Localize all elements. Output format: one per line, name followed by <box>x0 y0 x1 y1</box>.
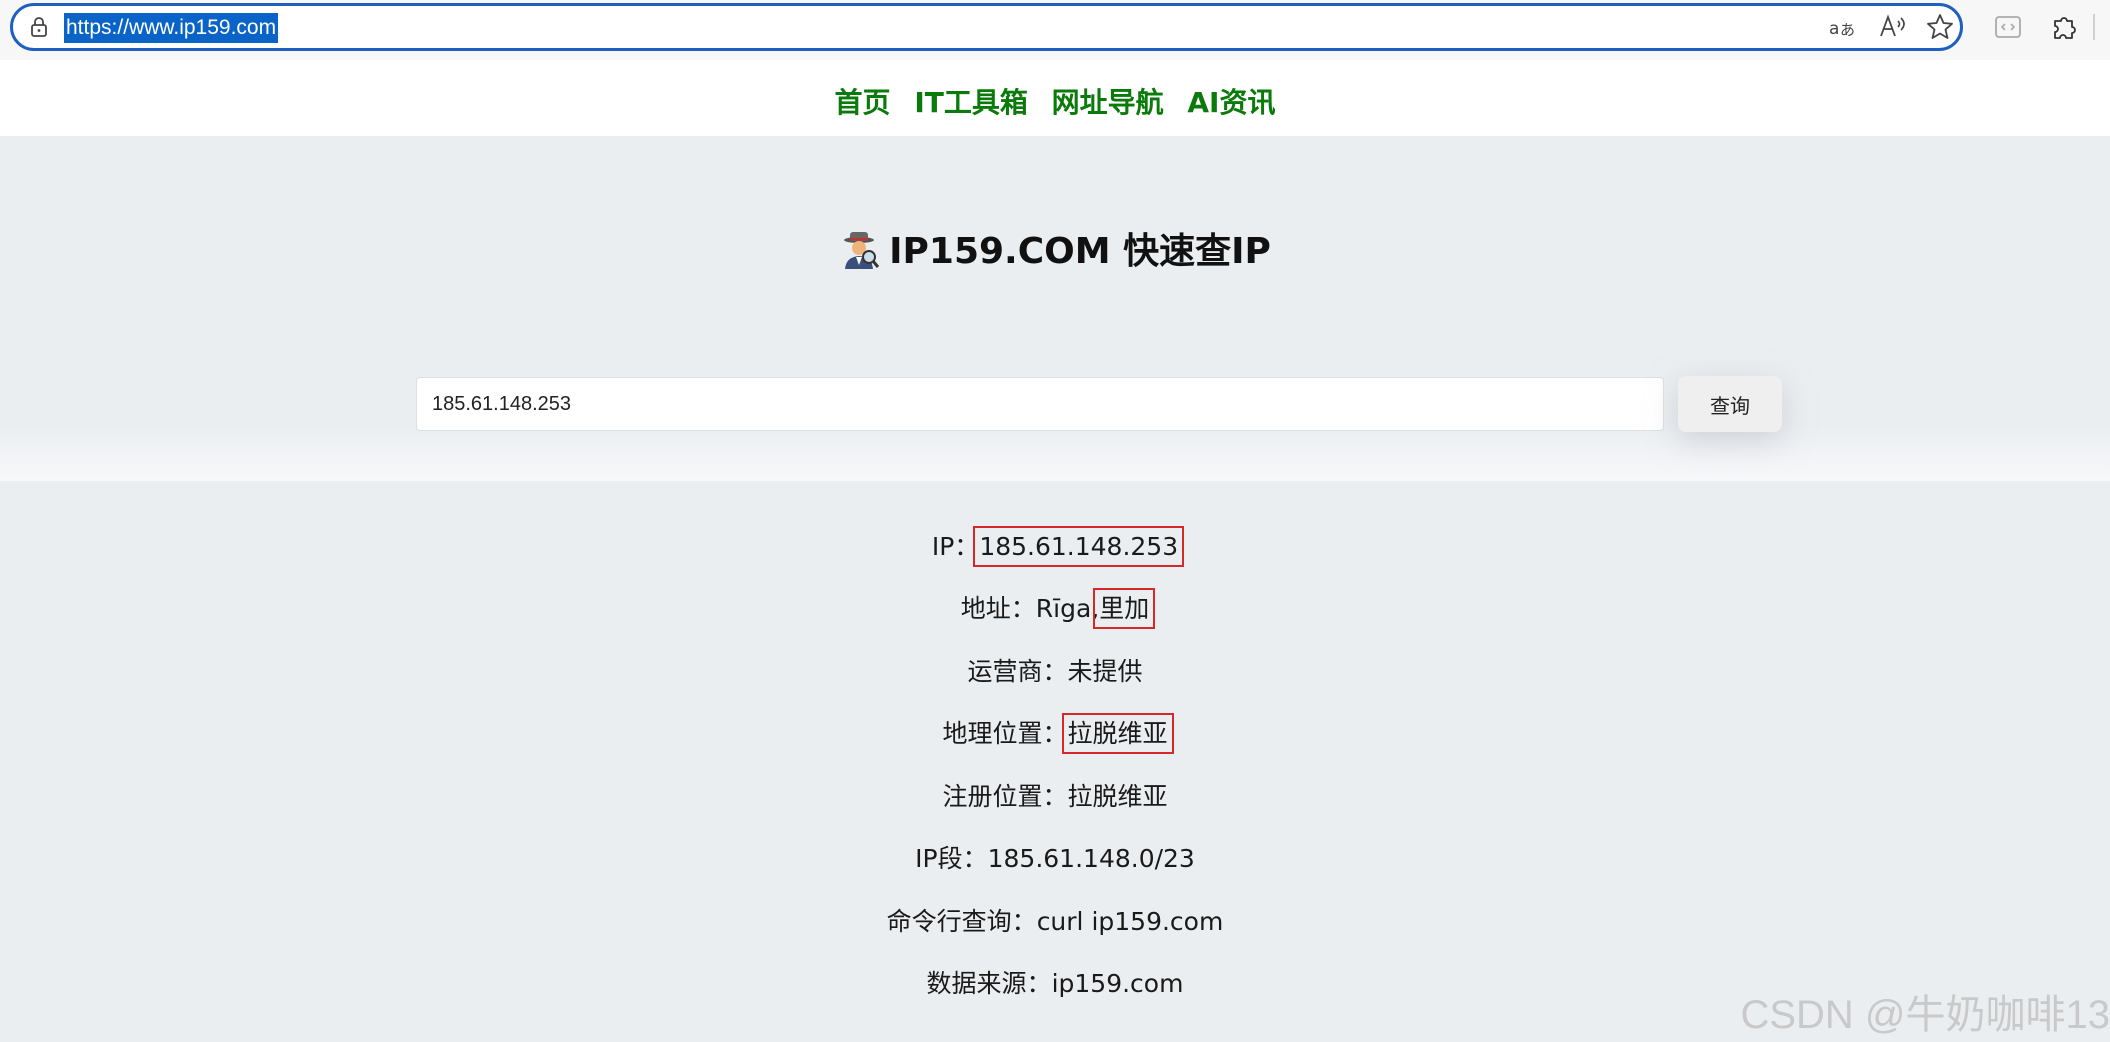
svg-text:あ: あ <box>1840 21 1855 39</box>
source-value: ip159.com <box>1051 969 1184 998</box>
nav-it-tools[interactable]: IT工具箱 <box>914 86 1028 119</box>
favorite-star-icon[interactable] <box>1925 12 1955 42</box>
address-bar[interactable]: https://www.ip159.com aあ <box>10 3 1963 51</box>
lock-icon[interactable] <box>27 15 51 39</box>
source-label: 数据来源： <box>926 969 1052 998</box>
toolbar-separator <box>2093 14 2095 40</box>
page-title-text: IP159.COM 快速查IP <box>889 231 1271 272</box>
address-value-latin: Rīga, <box>1035 594 1100 623</box>
segment-label: IP段： <box>915 844 988 873</box>
nav-ai-news[interactable]: AI资讯 <box>1187 86 1275 119</box>
ip-value: 185.61.148.253 <box>973 526 1185 567</box>
isp-label: 运营商： <box>967 657 1068 686</box>
detective-icon <box>839 229 880 278</box>
ip-search-input[interactable] <box>416 377 1664 431</box>
reg-value: 拉脱维亚 <box>1067 782 1168 811</box>
watermark: CSDN @牛奶咖啡13 <box>1740 993 2110 1037</box>
extensions-icon[interactable] <box>2049 12 2079 42</box>
result-address: 地址：Rīga,里加 <box>0 588 2110 629</box>
geo-label: 地理位置： <box>942 719 1068 748</box>
translate-icon[interactable]: aあ <box>1827 12 1857 42</box>
cli-label: 命令行查询： <box>886 907 1037 936</box>
page-title: IP159.COM 快速查IP <box>0 222 2110 278</box>
url-text[interactable]: https://www.ip159.com <box>64 13 279 43</box>
result-isp: 运营商：未提供 <box>0 652 2110 688</box>
svg-text:a: a <box>1829 19 1839 39</box>
geo-value: 拉脱维亚 <box>1061 713 1174 754</box>
read-aloud-icon[interactable] <box>1877 12 1907 42</box>
result-registered-location: 注册位置：拉脱维亚 <box>0 777 2110 813</box>
result-geo-location: 地理位置：拉脱维亚 <box>0 713 2110 754</box>
address-label: 地址： <box>960 594 1036 623</box>
nav-home[interactable]: 首页 <box>835 86 891 119</box>
nav-site-directory[interactable]: 网址导航 <box>1052 86 1164 119</box>
site-nav: 首页 IT工具箱 网址导航 AI资讯 <box>0 60 2110 136</box>
cli-value: curl ip159.com <box>1036 907 1224 936</box>
address-value-chinese: 里加 <box>1093 588 1156 629</box>
isp-value: 未提供 <box>1067 657 1143 686</box>
browser-toolbar: https://www.ip159.com aあ <box>0 0 2110 60</box>
query-button[interactable]: 查询 <box>1678 376 1782 432</box>
result-ip-segment: IP段：185.61.148.0/23 <box>0 839 2110 875</box>
reg-label: 注册位置： <box>942 782 1068 811</box>
result-cli-query: 命令行查询：curl ip159.com <box>0 902 2110 938</box>
ip-label: IP： <box>931 532 980 561</box>
result-ip: IP：185.61.148.253 <box>0 526 2110 567</box>
segment-value: 185.61.148.0/23 <box>987 844 1195 873</box>
split-screen-icon[interactable] <box>1993 12 2023 42</box>
